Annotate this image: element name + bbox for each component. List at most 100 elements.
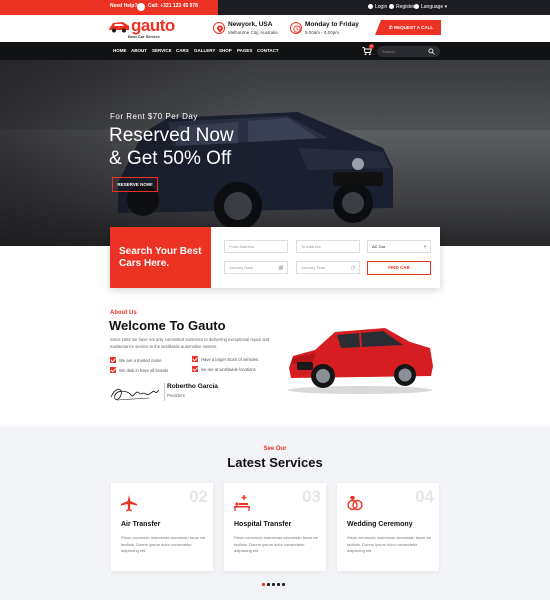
- service-card-number: 02: [189, 487, 208, 506]
- service-card-title: Air Transfer: [121, 521, 161, 528]
- service-card-text: Risus commodo maecenas accumsan lacus ve…: [121, 535, 206, 553]
- clock-icon: [290, 22, 302, 34]
- about-check-label: we are at worldwide locations: [201, 367, 256, 372]
- from-address-placeholder: From Address: [229, 244, 254, 249]
- to-address-placeholder: To Address: [301, 244, 321, 249]
- top-bar-contact: Need Help? Call: +321 123 45 978: [0, 0, 232, 15]
- top-bar: Need Help? Call: +321 123 45 978 Login R…: [0, 0, 550, 15]
- journey-date-field[interactable]: Journey Date ▦: [224, 261, 288, 274]
- user-icon: [389, 4, 394, 9]
- signature-image: [110, 388, 160, 401]
- about-check-item: Have a larger stock of vehicles: [192, 356, 258, 362]
- car-type-select[interactable]: AC Car ▾: [367, 240, 431, 253]
- signature-divider: [164, 383, 165, 401]
- services-title: Latest Services: [227, 455, 323, 470]
- cart-count-badge: 0: [369, 44, 374, 49]
- airplane-icon: [121, 495, 137, 512]
- search-input[interactable]: Search: [377, 46, 440, 57]
- nav-item-pages[interactable]: PAGES: [237, 48, 252, 53]
- search-icon[interactable]: [428, 48, 435, 55]
- hero-title: Reserved Now & Get 50% Off: [109, 124, 309, 170]
- reserve-now-button[interactable]: RESERVE NOW!: [112, 177, 158, 192]
- car-search-heading-box: Search Your Best Cars Here.: [110, 227, 211, 288]
- logo-text[interactable]: gauto: [131, 16, 175, 36]
- logo-tagline: Best Car Service: [128, 34, 160, 39]
- services-kicker: See Our: [263, 446, 287, 452]
- service-card-wedding-ceremony[interactable]: 04 Wedding Ceremony Risus commodo maecen…: [337, 483, 439, 571]
- language-label: Language: [421, 4, 444, 10]
- services-section: See Our Latest Services 02 Air Transfer …: [0, 426, 550, 600]
- hours-sub: 9.00am - 6.00pm: [305, 30, 340, 35]
- location-title: Newyork, USA: [228, 21, 273, 28]
- carousel-dot[interactable]: [282, 583, 285, 586]
- about-check-item: We deal in have all brands: [110, 367, 168, 373]
- nav-item-service[interactable]: SERVICE: [152, 48, 172, 53]
- service-card-number: 04: [415, 487, 434, 506]
- about-check-label: We deal in have all brands: [119, 368, 169, 373]
- language-dropdown[interactable]: Language ▾: [414, 4, 447, 10]
- nav-item-contact[interactable]: CONTACT: [257, 48, 279, 53]
- about-check-label: We are a trusted name: [119, 358, 162, 363]
- help-label: Need Help?: [110, 3, 138, 9]
- check-icon: [192, 366, 198, 372]
- carousel-dot[interactable]: [277, 583, 280, 586]
- hero-banner: For Rent $70 Per Day Reserved Now & Get …: [0, 60, 550, 246]
- to-address-field[interactable]: To Address: [296, 240, 360, 253]
- about-check-label: Have a larger stock of vehicles: [201, 357, 259, 362]
- hero-kicker: For Rent $70 Per Day: [110, 112, 198, 121]
- location-icon: [213, 22, 225, 34]
- car-search-title-line-1: Search Your Best: [119, 246, 202, 257]
- rings-icon: [347, 496, 363, 511]
- key-icon: [368, 4, 373, 9]
- check-icon: [192, 356, 198, 362]
- signer-role: President: [167, 393, 185, 398]
- service-card-number: 03: [302, 487, 321, 506]
- call-number[interactable]: Call: +321 123 45 978: [148, 3, 198, 9]
- register-label: Register: [396, 4, 415, 10]
- journey-date-placeholder: Journey Date: [229, 265, 253, 270]
- search-placeholder: Search: [382, 49, 395, 54]
- service-card-hospital-transfer[interactable]: 03 Hospital Transfer Risus commodo maece…: [224, 483, 326, 571]
- login-link[interactable]: Login: [368, 4, 387, 10]
- journey-time-placeholder: Journey Time: [301, 265, 326, 270]
- globe-icon: [414, 4, 419, 9]
- request-call-label: REQUEST A CALL: [393, 25, 434, 30]
- nav-item-shop[interactable]: SHOP: [219, 48, 232, 53]
- chevron-down-icon: ▾: [423, 244, 426, 250]
- journey-time-field[interactable]: Journey Time ◷: [296, 261, 360, 274]
- service-card-text: Risus commodo maecenas accumsan lacus ve…: [347, 535, 432, 553]
- nav-item-cars[interactable]: CARS: [176, 48, 189, 53]
- about-check-item: We are a trusted name: [110, 357, 162, 363]
- service-card-title: Hospital Transfer: [234, 521, 292, 528]
- service-card-title: Wedding Ceremony: [347, 521, 413, 528]
- clock-icon: ◷: [350, 265, 355, 271]
- service-card-air-transfer[interactable]: 02 Air Transfer Risus commodo maecenas a…: [111, 483, 213, 571]
- main-nav: HOME ABOUT SERVICE CARS GALLERY SHOP PAG…: [0, 42, 550, 60]
- about-title: Welcome To Gauto: [109, 318, 226, 333]
- signer-name: Robertho Garcia: [167, 383, 218, 390]
- car-search-title: Search Your Best Cars Here.: [119, 246, 209, 270]
- calendar-icon: ▦: [278, 265, 283, 271]
- header: gauto Best Car Service Newyork, USA Melb…: [0, 15, 550, 42]
- hero-title-line-2: & Get 50% Off: [109, 148, 232, 169]
- about-kicker: About Us: [110, 310, 137, 316]
- nav-item-gallery[interactable]: GALLERY: [194, 48, 215, 53]
- find-car-button[interactable]: FIND CAR: [367, 261, 431, 275]
- carousel-dot[interactable]: [272, 583, 275, 586]
- about-check-item: we are at worldwide locations: [192, 366, 256, 372]
- top-bar-account: Login Register Language ▾: [218, 0, 550, 15]
- location-sub: Melbourne City, Australia: [228, 30, 278, 35]
- car-search-title-line-2: Cars Here.: [119, 258, 170, 269]
- carousel-dot[interactable]: [267, 583, 270, 586]
- service-card-text: Risus commodo maecenas accumsan lacus ve…: [234, 535, 319, 553]
- request-call-button[interactable]: ✆ REQUEST A CALL: [375, 20, 441, 35]
- from-address-field[interactable]: From Address: [224, 240, 288, 253]
- nav-item-about[interactable]: ABOUT: [131, 48, 147, 53]
- register-link[interactable]: Register: [389, 4, 415, 10]
- carousel-dot[interactable]: [262, 583, 265, 586]
- hero-title-line-1: Reserved Now: [109, 125, 234, 146]
- nav-item-home[interactable]: HOME: [113, 48, 127, 53]
- hours-title: Monday to Friday: [305, 21, 359, 28]
- phone-icon: [137, 3, 145, 11]
- car-logo-icon[interactable]: [109, 20, 129, 33]
